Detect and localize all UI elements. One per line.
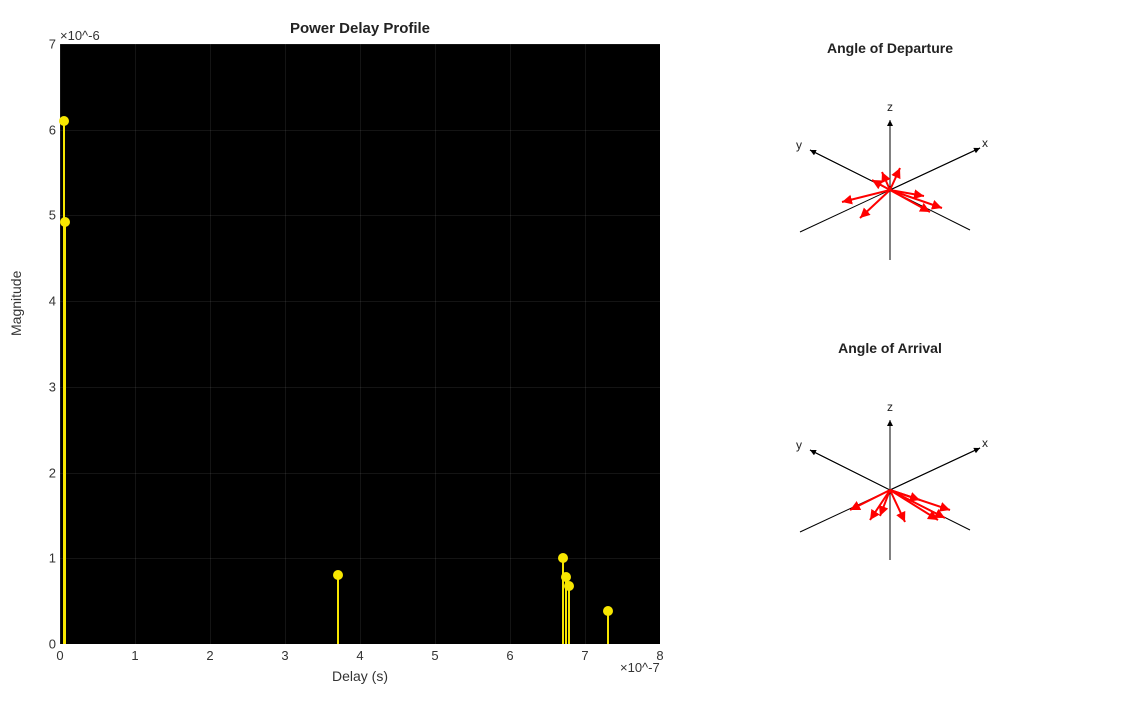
x-tick-label: 1: [125, 648, 145, 663]
stem-marker: [558, 553, 568, 563]
y-axis-label: Magnitude: [8, 271, 24, 336]
grid-horizontal: [60, 387, 660, 388]
y-tick-label: 3: [26, 379, 56, 394]
grid-vertical: [210, 44, 211, 644]
stem-marker: [564, 581, 574, 591]
aoa-plot: z x y: [740, 370, 1040, 590]
grid-horizontal: [60, 215, 660, 216]
stem-marker: [59, 116, 69, 126]
axis-label-x: x: [982, 436, 988, 450]
y-exponent-label: ×10^-6: [60, 28, 100, 43]
y-tick-label: 5: [26, 208, 56, 223]
aod-plot: z x y: [740, 70, 1040, 290]
stem-line: [337, 575, 339, 644]
x-tick-label: 0: [50, 648, 70, 663]
stem-marker: [333, 570, 343, 580]
x-tick-label: 2: [200, 648, 220, 663]
stem-line: [64, 222, 66, 644]
y-tick-label: 7: [26, 37, 56, 52]
grid-horizontal: [60, 558, 660, 559]
stem-marker: [60, 217, 70, 227]
stem-marker: [603, 606, 613, 616]
pdp-title: Power Delay Profile: [60, 20, 660, 37]
stem-line: [562, 558, 564, 644]
axis-label-z: z: [887, 400, 893, 414]
axis-label-x: x: [982, 136, 988, 150]
grid-horizontal: [60, 44, 660, 45]
y-tick-label: 1: [26, 551, 56, 566]
grid-vertical: [510, 44, 511, 644]
y-tick-label: 6: [26, 122, 56, 137]
x-exponent-label: ×10^-7: [620, 660, 660, 675]
grid-horizontal: [60, 130, 660, 131]
x-tick-label: 4: [350, 648, 370, 663]
x-tick-label: 7: [575, 648, 595, 663]
grid-vertical: [660, 44, 661, 644]
y-tick-label: 2: [26, 465, 56, 480]
grid-vertical: [435, 44, 436, 644]
x-axis-label: Delay (s): [60, 668, 660, 684]
y-tick-label: 4: [26, 294, 56, 309]
stem-line: [568, 586, 570, 644]
x-tick-label: 6: [500, 648, 520, 663]
grid-horizontal: [60, 473, 660, 474]
grid-vertical: [360, 44, 361, 644]
grid-horizontal: [60, 644, 660, 645]
grid-vertical: [285, 44, 286, 644]
figure-canvas: Power Delay Profile ×10^-6 Magnitude 0 1 2…: [0, 0, 1121, 701]
pdp-plot-area: [60, 44, 660, 644]
grid-vertical: [60, 44, 61, 644]
aoa-title: Angle of Arrival: [740, 340, 1040, 356]
axis-label-z: z: [887, 100, 893, 114]
x-tick-label: 5: [425, 648, 445, 663]
aod-title: Angle of Departure: [740, 40, 1040, 56]
grid-vertical: [585, 44, 586, 644]
x-tick-label: 3: [275, 648, 295, 663]
axis-label-y: y: [796, 138, 802, 152]
grid-vertical: [135, 44, 136, 644]
axis-label-y: y: [796, 438, 802, 452]
grid-horizontal: [60, 301, 660, 302]
